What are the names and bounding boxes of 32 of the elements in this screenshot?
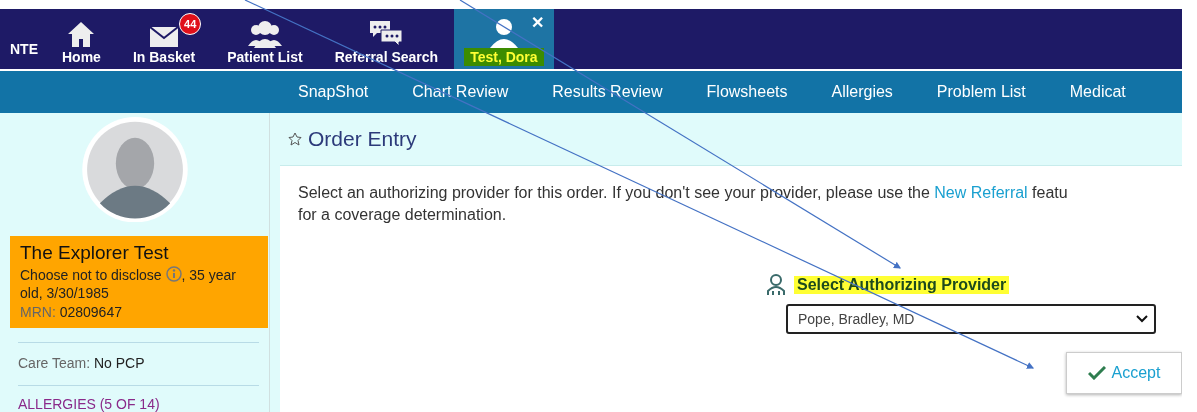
- chevron-down-icon: [1136, 315, 1148, 323]
- patient-details: Choose not to disclose , 35 year old, 3/30/1985: [20, 266, 237, 303]
- care-team-text: Care Team: No PCP: [18, 355, 146, 372]
- nav-button[interactable]: Referral Search: [318, 9, 455, 69]
- activity-tab[interactable]: Medicat: [1069, 83, 1126, 101]
- activity-tab[interactable]: Chart Review: [412, 83, 509, 101]
- accept-button[interactable]: Accept: [1066, 352, 1182, 394]
- chat-icon: [369, 20, 404, 48]
- allergies-link[interactable]: ALLERGIES (5 OF 14): [18, 396, 269, 412]
- activity-tab[interactable]: Problem List: [936, 83, 1026, 101]
- person-icon: [766, 274, 786, 296]
- nav-button[interactable]: 44 In Basket: [116, 9, 212, 69]
- count-badge: 44: [179, 13, 202, 35]
- envelope-icon: [149, 26, 180, 48]
- nav-button[interactable]: Home: [46, 9, 117, 69]
- close-icon[interactable]: ✕: [530, 13, 544, 32]
- logo-text: NTE: [10, 41, 39, 57]
- activity-tab[interactable]: Allergies: [831, 83, 893, 101]
- nav-button[interactable]: Patient List: [211, 9, 319, 69]
- new-referral-link[interactable]: New Referral: [934, 184, 1028, 201]
- page-title: Order Entry: [308, 127, 417, 151]
- activity-tab[interactable]: Flowsheets: [706, 83, 788, 101]
- provider-dropdown[interactable]: Pope, Bradley, MD: [786, 304, 1156, 334]
- mrn-text: MRN: 02809647: [20, 304, 123, 321]
- patient-tab[interactable]: ✕ Test, Dora: [454, 9, 554, 69]
- activity-tab[interactable]: Results Review: [552, 83, 663, 101]
- pin-icon[interactable]: [288, 132, 302, 146]
- checkmark-icon: [1087, 366, 1106, 380]
- people-icon: [247, 20, 282, 48]
- activity-tab[interactable]: SnapShot: [298, 83, 369, 101]
- patient-name: The Explorer Test: [20, 242, 170, 265]
- person-icon: [489, 18, 518, 48]
